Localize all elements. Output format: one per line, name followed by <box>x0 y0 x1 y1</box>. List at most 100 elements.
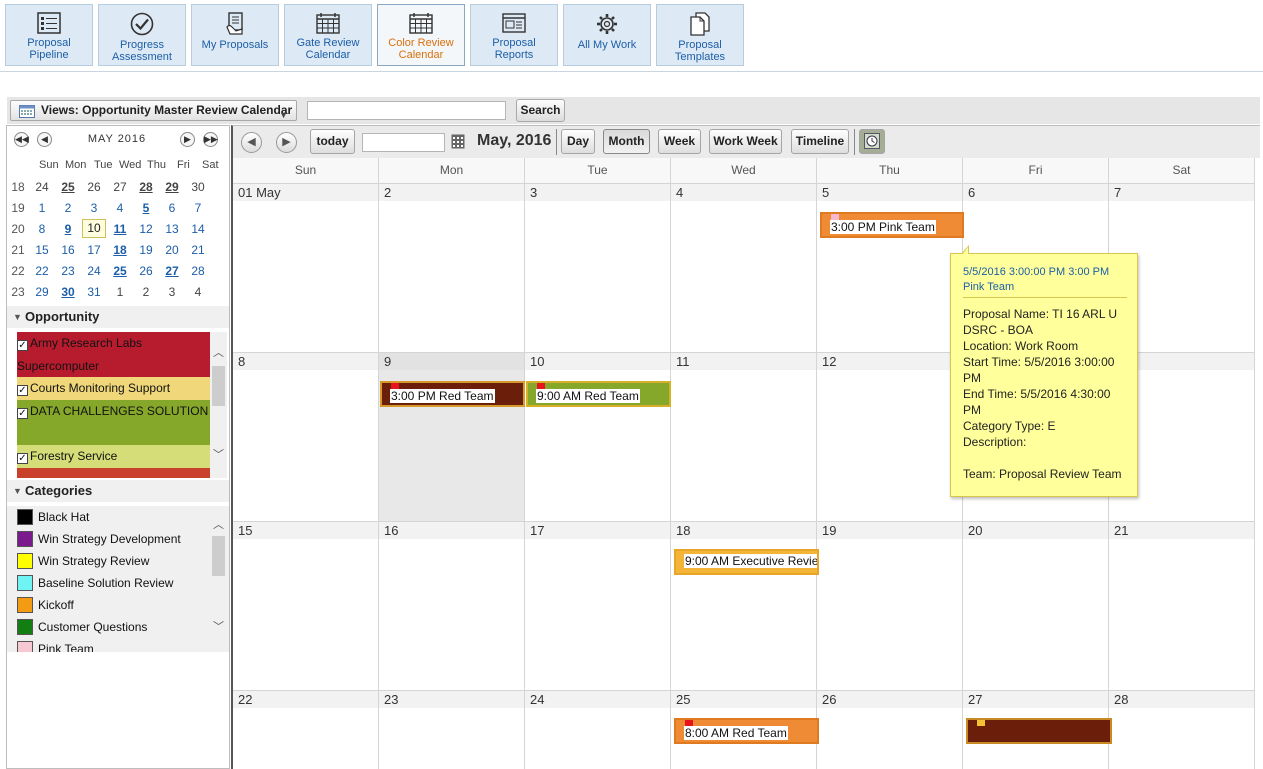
day-number[interactable]: 16 <box>379 521 525 539</box>
mini-day[interactable]: 29 <box>159 176 185 197</box>
mini-day-today[interactable]: 10 <box>81 218 107 239</box>
scroll-thumb[interactable] <box>212 366 225 406</box>
day-number[interactable]: 10 <box>525 352 671 370</box>
mini-day[interactable]: 1 <box>29 197 55 218</box>
day-cell[interactable] <box>233 708 379 769</box>
day-cell[interactable] <box>671 370 817 521</box>
category-item[interactable]: Customer Questions <box>17 618 207 638</box>
opportunity-item-partial[interactable] <box>17 468 210 478</box>
views-dropdown[interactable]: Views: Opportunity Master Review Calenda… <box>10 100 297 121</box>
mini-day[interactable]: 22 <box>29 260 55 281</box>
timezone-button[interactable] <box>859 129 885 154</box>
mini-day[interactable]: 12 <box>133 218 159 239</box>
next-month-icon[interactable]: ▶ <box>180 132 195 147</box>
day-number[interactable]: 17 <box>525 521 671 539</box>
opportunity-item[interactable]: ✓ Army Research Labs Supercomputer <box>17 332 210 377</box>
mini-day[interactable]: 24 <box>81 260 107 281</box>
checkbox[interactable]: ✓ <box>17 408 28 419</box>
nav-my-proposals[interactable]: My Proposals <box>191 4 279 66</box>
mini-day[interactable]: 5 <box>133 197 159 218</box>
mini-day[interactable]: 26 <box>133 260 159 281</box>
checkbox[interactable]: ✓ <box>17 453 28 464</box>
search-input[interactable] <box>307 101 506 120</box>
categories-scrollbar[interactable]: ︿ ﹀ <box>210 506 227 652</box>
day-number[interactable]: 2 <box>379 183 525 201</box>
mini-day[interactable]: 9 <box>55 218 81 239</box>
week-view-button[interactable]: Week <box>658 129 701 154</box>
chevron-up-icon[interactable]: ︿ <box>212 516 225 532</box>
calendar-event[interactable]: 9:00 AM Executive Revie <box>674 549 819 575</box>
scroll-thumb[interactable] <box>212 536 225 576</box>
day-number[interactable]: 9 <box>379 352 525 370</box>
nav-color-review-calendar[interactable]: Color Review Calendar <box>377 4 465 66</box>
mini-day[interactable]: 27 <box>107 176 133 197</box>
mini-day[interactable]: 25 <box>107 260 133 281</box>
day-cell[interactable] <box>233 201 379 352</box>
day-cell[interactable] <box>525 708 671 769</box>
calendar-event[interactable]: 3:00 PM Red Team <box>380 381 525 407</box>
nav-progress-assessment[interactable]: Progress Assessment <box>98 4 186 66</box>
mini-day[interactable]: 13 <box>159 218 185 239</box>
day-number[interactable]: 24 <box>525 690 671 708</box>
category-item[interactable]: Win Strategy Development <box>17 530 207 550</box>
day-number[interactable]: 19 <box>817 521 963 539</box>
day-number[interactable]: 21 <box>1109 521 1255 539</box>
day-number[interactable]: 6 <box>963 183 1109 201</box>
mini-day[interactable]: 26 <box>81 176 107 197</box>
date-picker-icon[interactable] <box>451 134 465 149</box>
mini-day[interactable]: 27 <box>159 260 185 281</box>
mini-day[interactable]: 3 <box>159 281 185 302</box>
calendar-event[interactable]: 9:00 AM Red Team <box>526 381 671 407</box>
mini-day[interactable]: 4 <box>185 281 211 302</box>
nav-gate-review-calendar[interactable]: Gate Review Calendar <box>284 4 372 66</box>
day-number[interactable]: 5 <box>817 183 963 201</box>
day-cell[interactable] <box>379 708 525 769</box>
day-number[interactable]: 27 <box>963 690 1109 708</box>
day-number[interactable]: 23 <box>379 690 525 708</box>
day-cell[interactable] <box>817 539 963 690</box>
opportunity-item[interactable]: ✓ Forestry Service <box>17 445 210 468</box>
search-button[interactable]: Search <box>516 99 565 122</box>
day-cell[interactable] <box>817 370 963 521</box>
day-cell[interactable] <box>379 539 525 690</box>
day-number[interactable]: 12 <box>817 352 963 370</box>
calendar-event[interactable]: 3:00 PM Pink Team <box>820 212 964 238</box>
category-item[interactable]: Win Strategy Review <box>17 552 207 572</box>
chevron-down-icon[interactable]: ﹀ <box>212 618 225 634</box>
day-number[interactable]: 3 <box>525 183 671 201</box>
day-cell[interactable] <box>233 370 379 521</box>
category-item[interactable]: Pink Team <box>17 640 207 652</box>
timeline-view-button[interactable]: Timeline <box>791 129 849 154</box>
day-number[interactable]: 01 May <box>233 183 379 201</box>
day-cell[interactable] <box>525 539 671 690</box>
day-number[interactable]: 22 <box>233 690 379 708</box>
day-number[interactable]: 7 <box>1109 183 1255 201</box>
mini-day[interactable]: 29 <box>29 281 55 302</box>
mini-day[interactable]: 8 <box>29 218 55 239</box>
mini-day[interactable]: 7 <box>185 197 211 218</box>
mini-day[interactable]: 30 <box>185 176 211 197</box>
opportunity-section-header[interactable]: ▼ Opportunity <box>7 306 229 328</box>
day-number[interactable]: 20 <box>963 521 1109 539</box>
day-number[interactable]: 28 <box>1109 690 1255 708</box>
mini-day[interactable]: 16 <box>55 239 81 260</box>
checkbox[interactable]: ✓ <box>17 385 28 396</box>
work-week-view-button[interactable]: Work Week <box>709 129 782 154</box>
chevron-up-icon[interactable]: ︿ <box>212 344 225 360</box>
day-number[interactable]: 4 <box>671 183 817 201</box>
mini-day[interactable]: 28 <box>185 260 211 281</box>
mini-day[interactable]: 14 <box>185 218 211 239</box>
nav-proposal-pipeline[interactable]: Proposal Pipeline <box>5 4 93 66</box>
next-arrow-icon[interactable]: ▶ <box>276 132 297 153</box>
day-cell[interactable] <box>525 201 671 352</box>
day-cell[interactable] <box>963 539 1109 690</box>
category-item[interactable]: Baseline Solution Review <box>17 574 207 594</box>
mini-day[interactable]: 19 <box>133 239 159 260</box>
month-view-button[interactable]: Month <box>603 129 650 154</box>
day-view-button[interactable]: Day <box>561 129 595 154</box>
day-cell[interactable] <box>817 708 963 769</box>
mini-day[interactable]: 2 <box>55 197 81 218</box>
next-year-icon[interactable]: ▶▶ <box>203 132 218 147</box>
checkbox[interactable]: ✓ <box>17 340 28 351</box>
day-cell[interactable] <box>233 539 379 690</box>
